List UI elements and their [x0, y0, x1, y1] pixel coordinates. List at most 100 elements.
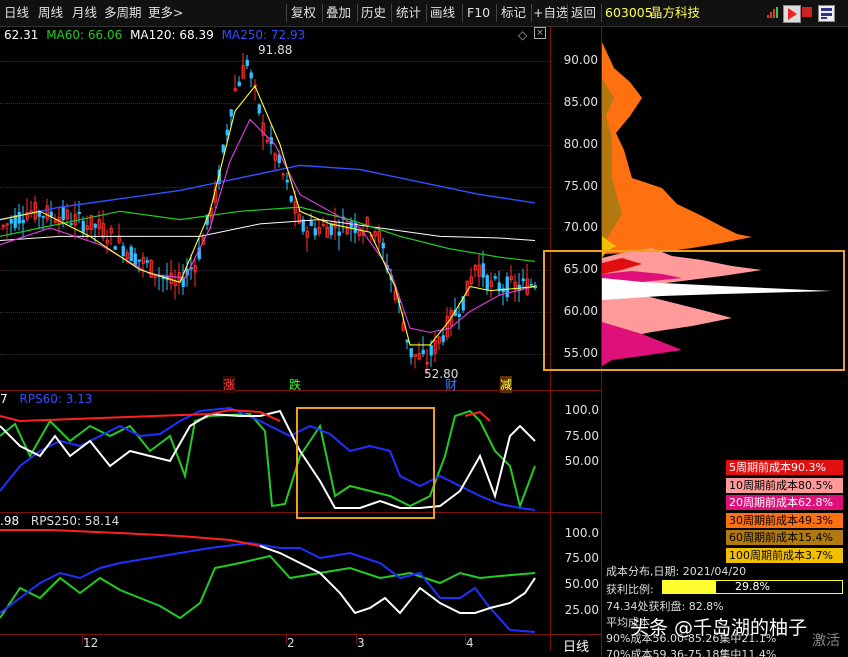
candle	[497, 270, 501, 296]
candle	[285, 172, 289, 190]
candle	[457, 302, 461, 330]
candle	[21, 205, 25, 238]
profit-at-price: 74.34处获利盘: 82.8%	[606, 600, 724, 613]
candle	[373, 229, 377, 243]
stats-button[interactable]: 统计	[396, 3, 421, 23]
rps250-tick-50: 50.00	[564, 577, 599, 591]
draw-button[interactable]: 画线	[430, 3, 455, 23]
candle	[113, 245, 117, 250]
candlestick-chart	[0, 52, 537, 375]
rps60-tick-100: 100.0	[564, 403, 599, 417]
rps250-tick-75: 75.00	[564, 551, 599, 565]
candle	[517, 272, 521, 302]
cost-30	[602, 42, 752, 254]
f10-button[interactable]: F10	[467, 3, 490, 23]
price-tick: 75.00	[563, 179, 598, 193]
profit-bar: 29.8%	[662, 580, 843, 594]
candle	[301, 216, 305, 235]
layout-icon[interactable]	[818, 5, 835, 22]
finance-marker[interactable]: 财	[445, 376, 457, 393]
rps60-chart	[0, 406, 536, 511]
candle	[513, 273, 517, 302]
time-tick-mar: 3	[357, 636, 365, 650]
fuquan-button[interactable]: 复权	[291, 3, 316, 23]
cost-legend-item: 60周期前成本15.4%	[726, 530, 843, 545]
candle	[49, 200, 53, 227]
candle	[273, 151, 277, 171]
candle	[313, 221, 317, 240]
tab-weekly[interactable]: 周线	[38, 3, 63, 23]
mark-button[interactable]: 标记	[501, 3, 526, 23]
candle	[521, 268, 525, 290]
cost-legend-item: 20周期前成本62.8%	[726, 495, 843, 510]
rise-marker[interactable]: 涨	[223, 376, 236, 393]
expand-icon[interactable]	[783, 5, 801, 23]
candle	[233, 74, 237, 93]
period-label[interactable]: 日线	[563, 636, 589, 655]
candle	[329, 222, 333, 240]
candle	[493, 273, 497, 281]
candle	[89, 214, 93, 236]
ma60-line	[0, 206, 536, 262]
tab-daily[interactable]: 日线	[4, 3, 29, 23]
reduce-marker[interactable]: 减	[500, 376, 513, 393]
history-button[interactable]: 历史	[361, 3, 386, 23]
cost-legend-item: 30周期前成本49.3%	[726, 512, 843, 528]
time-tick-feb: 2	[287, 636, 295, 650]
back-button[interactable]: 返回	[571, 3, 596, 23]
rps250-tick-25: 25.00	[564, 603, 599, 617]
signal-bars-icon[interactable]	[766, 7, 778, 22]
candle	[129, 244, 133, 262]
highlight-box-rps	[296, 407, 435, 519]
candle	[409, 348, 413, 365]
candle	[177, 262, 181, 295]
rps250-red-line	[0, 529, 261, 547]
candle	[29, 200, 33, 218]
candle	[137, 259, 141, 273]
fall-marker[interactable]: 跌	[289, 376, 301, 393]
tab-multi-period[interactable]: 多周期	[104, 3, 142, 23]
candle	[337, 219, 341, 251]
candle	[241, 52, 245, 79]
candle	[281, 172, 285, 181]
candle	[133, 247, 137, 267]
candle	[469, 267, 473, 286]
candle	[97, 210, 101, 236]
candle	[13, 207, 17, 232]
time-tick-dec: 12	[83, 636, 99, 650]
candle	[421, 336, 425, 358]
candle	[33, 195, 37, 223]
price-tick: 80.00	[563, 137, 598, 151]
candle	[25, 198, 29, 223]
candle	[333, 207, 337, 241]
profit-value: 29.8%	[735, 580, 770, 593]
tab-more[interactable]: 更多>	[148, 3, 183, 23]
candle	[489, 272, 493, 298]
high-price-label: 91.88	[258, 43, 293, 57]
candle	[181, 264, 185, 295]
candle	[85, 215, 89, 241]
tab-monthly[interactable]: 月线	[72, 3, 97, 23]
candle	[1, 223, 5, 231]
stock-name: 晶方科技	[650, 5, 701, 20]
candle	[437, 335, 441, 350]
overlay-button[interactable]: 叠加	[326, 3, 351, 23]
candle	[145, 256, 149, 268]
rps250-green-line	[0, 554, 536, 620]
marker-icon[interactable]	[802, 7, 812, 17]
candle	[481, 250, 485, 288]
candle	[109, 225, 113, 246]
rps250-white-line	[259, 545, 536, 615]
candle	[69, 212, 73, 227]
candle	[317, 218, 321, 237]
candle	[321, 216, 325, 228]
candle	[5, 222, 9, 239]
candle	[453, 297, 457, 317]
candle	[153, 274, 157, 287]
candle	[501, 284, 505, 306]
candle	[245, 55, 249, 70]
ma120-line	[0, 219, 536, 242]
add-watchlist-button[interactable]: +自选	[533, 3, 568, 23]
watermark: 头条 @千岛湖的柚子	[630, 617, 808, 639]
rps60-tick-50: 50.00	[564, 454, 599, 468]
